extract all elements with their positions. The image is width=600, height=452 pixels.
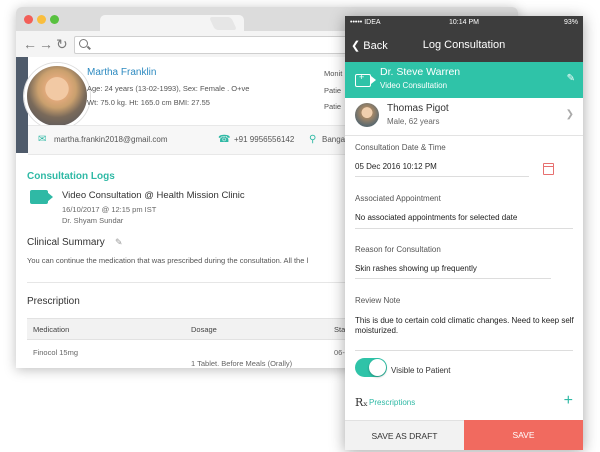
patient-info: Male, 62 years: [387, 117, 440, 126]
patient-avatar: [24, 63, 90, 129]
close-window-button[interactable]: [24, 15, 33, 24]
consultation-item-doctor: Dr. Shyam Sundar: [62, 216, 124, 225]
review-note-label: Review Note: [355, 296, 401, 305]
status-time: 10:14 PM: [449, 19, 479, 26]
location-icon: ⚲: [309, 134, 317, 145]
reload-icon[interactable]: ↻: [56, 36, 68, 52]
forward-arrow-icon[interactable]: →: [39, 36, 53, 52]
consultation-type: Video Consultation: [380, 81, 448, 90]
right-info-label: Patie: [324, 86, 342, 95]
status-bar: ••••• IDEA 10:14 PM 93%: [345, 16, 583, 30]
prescription-title: Prescription: [27, 296, 80, 307]
battery-label: 93%: [563, 19, 578, 26]
patient-vitals-info: Wt: 75.0 kg. Ht: 165.0 cm BMI: 27.55: [87, 98, 210, 107]
prescriptions-link[interactable]: Prescriptions: [369, 398, 415, 407]
right-info-label: Patie: [324, 102, 342, 111]
associated-appointment-value[interactable]: No associated appointments for selected …: [355, 213, 517, 222]
search-icon: [79, 39, 88, 48]
field-underline: [355, 228, 573, 229]
patient-row[interactable]: Thomas Pigot Male, 62 years ❯: [345, 98, 583, 136]
video-camera-icon: [30, 190, 48, 204]
consultation-item-date: 16/10/2017 @ 12:15 pm IST: [62, 205, 157, 214]
column-header-dosage: Dosage: [191, 325, 217, 334]
doctor-name: Dr. Steve Warren: [380, 66, 461, 78]
consultation-item-title[interactable]: Video Consultation @ Health Mission Clin…: [62, 190, 245, 201]
field-underline: [355, 176, 529, 177]
right-info-label: Monit: [324, 69, 343, 78]
edit-pencil-icon[interactable]: ✎: [567, 73, 575, 84]
back-button[interactable]: ❮ Back: [351, 39, 388, 52]
save-as-draft-button[interactable]: SAVE AS DRAFT: [345, 420, 464, 450]
save-button[interactable]: SAVE: [464, 420, 583, 450]
field-underline: [355, 278, 551, 279]
field-underline: [355, 350, 573, 351]
date-time-field[interactable]: 05 Dec 2016 10:12 PM: [355, 162, 437, 171]
minimize-window-button[interactable]: [37, 15, 46, 24]
table-cell-medication: Finocol 15mg: [33, 348, 79, 357]
email-icon: ✉: [38, 134, 47, 145]
date-time-label: Consultation Date & Time: [355, 143, 446, 152]
visible-to-patient-toggle[interactable]: [355, 358, 387, 377]
patient-name: Thomas Pigot: [387, 103, 449, 114]
patient-email: martha.frankin2018@gmail.com: [54, 135, 168, 144]
maximize-window-button[interactable]: [50, 15, 59, 24]
patient-name[interactable]: Martha Franklin: [87, 67, 156, 78]
clinical-summary-text: You can continue the medication that was…: [27, 256, 309, 265]
table-cell-dosage: 1 Tablet. Before Meals (Orally): [191, 359, 293, 368]
reason-field[interactable]: Skin rashes showing up frequently: [355, 264, 477, 273]
chevron-left-icon: ❮: [351, 40, 361, 52]
reason-label: Reason for Consultation: [355, 245, 441, 254]
column-header-start: Sta: [334, 325, 346, 334]
consultation-logs-title: Consultation Logs: [27, 171, 115, 182]
phone-screen: ••••• IDEA 10:14 PM 93% Log Consultation…: [345, 16, 583, 450]
phone-icon: ☎: [218, 134, 231, 145]
edit-pencil-icon[interactable]: ✎: [115, 237, 123, 248]
nav-bar: Log Consultation ❮ Back: [345, 30, 583, 62]
patient-phone: +91 9956556142: [234, 135, 295, 144]
patient-avatar: [355, 103, 379, 127]
back-arrow-icon[interactable]: ←: [23, 36, 37, 52]
visible-to-patient-label: Visible to Patient: [391, 366, 451, 375]
table-cell-start: 06-: [334, 348, 345, 357]
doctor-banner[interactable]: Dr. Steve Warren Video Consultation ✎: [345, 62, 583, 98]
rx-icon: Rₓ: [355, 396, 368, 409]
video-call-icon: [355, 72, 371, 87]
patient-age-info: Age: 24 years (13-02-1993), Sex: Female …: [87, 84, 250, 93]
column-header-medication: Medication: [33, 325, 70, 334]
chevron-right-icon: ❯: [565, 109, 574, 120]
toggle-knob: [369, 359, 386, 376]
review-note-field[interactable]: This is due to certain cold climatic cha…: [355, 316, 575, 336]
calendar-icon[interactable]: [543, 163, 554, 175]
clinical-summary-title: Clinical Summary: [27, 237, 105, 248]
add-prescription-icon[interactable]: +: [564, 392, 573, 410]
associated-appointment-label: Associated Appointment: [355, 194, 441, 203]
back-label: Back: [363, 40, 388, 52]
